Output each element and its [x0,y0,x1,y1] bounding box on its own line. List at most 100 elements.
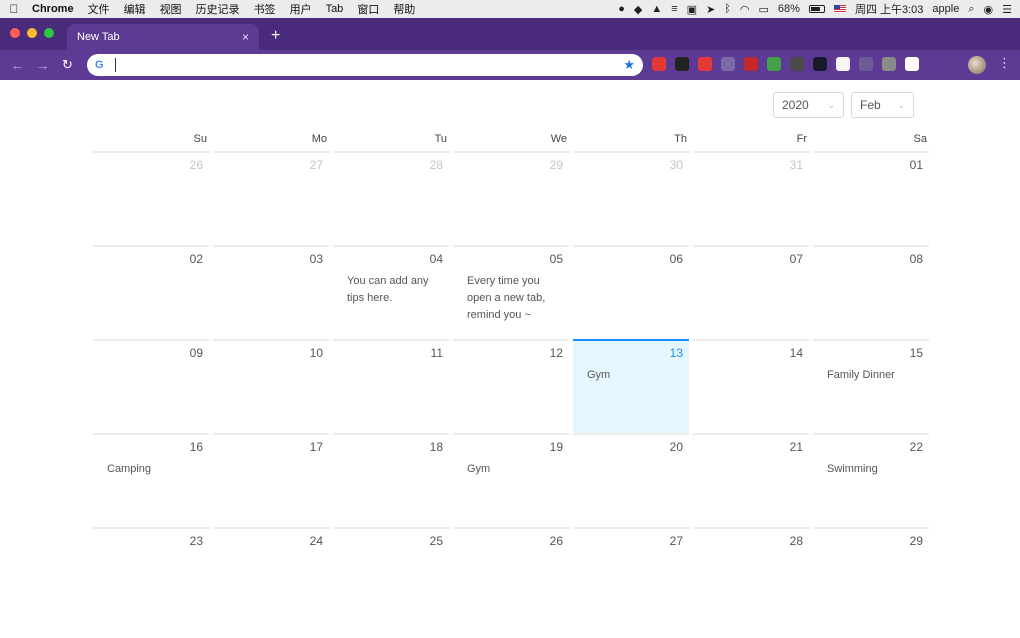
omnibox[interactable]: G ★ [87,54,643,76]
calendar-cell[interactable]: 27 [213,151,329,245]
month-select[interactable]: Feb ⌄ [851,92,914,118]
calendar-cell[interactable]: 11 [333,339,449,433]
calendar-cell[interactable]: 02 [93,245,209,339]
menu-bar-user[interactable]: apple [932,3,959,15]
menu-people[interactable]: 用户 [283,1,319,17]
calendar-cell[interactable]: 27 [573,527,689,621]
battery-percent: 68% [777,3,800,15]
calendar-cell[interactable]: 05 Every time you open a new tab, remind … [453,245,569,339]
menu-bookmarks[interactable]: 书签 [247,1,283,17]
dropbox-icon[interactable]: ◆ [634,3,642,16]
menu-bar-clock[interactable]: 周四 上午3:03 [855,1,923,17]
qq-icon[interactable]: ▲ [651,3,662,15]
calendar-cell[interactable]: 31 [693,151,809,245]
tab-close-icon[interactable]: × [242,30,249,44]
wifi-icon[interactable]: ◠ [740,3,750,16]
calendar-cell[interactable]: 14 [693,339,809,433]
calendar-cell[interactable]: 26 [93,151,209,245]
back-button[interactable]: ← [5,57,30,73]
window-controls [0,28,64,50]
calendar-cell[interactable]: 17 [213,433,329,527]
menu-file[interactable]: 文件 [81,1,117,17]
calendar-cell[interactable]: 12 [453,339,569,433]
calendar-cell[interactable]: 22 Swimming [813,433,929,527]
green-mail-extension-icon[interactable] [767,57,781,71]
airplay-icon[interactable]: ▭ [759,3,769,16]
calendar-cell[interactable]: 04 You can add any tips here. [333,245,449,339]
day-number: 26 [189,158,203,172]
wechat-icon[interactable]: ● [618,3,625,15]
chevron-down-icon: ⌄ [897,99,905,110]
year-select-value: 2020 [782,98,809,112]
window-minimize-button[interactable] [27,28,37,38]
menu-help[interactable]: 帮助 [386,1,422,17]
menu-edit[interactable]: 编辑 [117,1,153,17]
bluetooth-icon[interactable]: ᛒ [724,3,731,15]
calendar-cell[interactable]: 01 [813,151,929,245]
dark-extension-icon[interactable] [790,57,804,71]
calendar-cell[interactable]: 20 [573,433,689,527]
calendar-cell[interactable]: 19 Gym [453,433,569,527]
apple-menu-icon[interactable]:  [0,2,28,16]
calendar-cell[interactable]: 24 [213,527,329,621]
calendar-cell[interactable]: 15 Family Dinner [813,339,929,433]
calendar-cell[interactable]: 08 [813,245,929,339]
calendar-cell[interactable]: 28 [333,151,449,245]
calendar-cell-today[interactable]: 13 Gym [573,339,689,433]
faded-extension-icon[interactable] [859,57,873,71]
calendar-cell[interactable]: 16 Camping [93,433,209,527]
calendar-cell[interactable]: 21 [693,433,809,527]
calendar-cell[interactable]: 03 [213,245,329,339]
calendar-cell[interactable]: 07 [693,245,809,339]
bookmark-star-icon[interactable]: ★ [623,57,635,73]
cursor-extension-icon[interactable] [813,57,827,71]
day-number: 16 [189,440,203,454]
weekday-header: Su Mo Tu We Th Fr Sa [93,133,933,151]
year-select[interactable]: 2020 ⌄ [773,92,844,118]
send-icon[interactable]: ➤ [706,3,715,16]
browser-tab-strip: New Tab × + [0,18,1020,50]
calendar-cell[interactable]: 30 [573,151,689,245]
menu-history[interactable]: 历史记录 [189,1,247,17]
white-square-extension-icon[interactable] [905,57,919,71]
chevron-extension-icon[interactable] [675,57,689,71]
calendar-cell[interactable]: 29 [453,151,569,245]
grey-extension-icon[interactable] [882,57,896,71]
window-close-button[interactable] [10,28,20,38]
chrome-menu-icon[interactable]: ⋮ [998,55,1011,71]
calendar-cell[interactable]: 09 [93,339,209,433]
day-number: 23 [189,534,203,548]
calendar-cell[interactable]: 26 [453,527,569,621]
profile-avatar[interactable] [968,56,986,74]
menu-view[interactable]: 视图 [153,1,189,17]
macos-menu-bar:  Chrome 文件 编辑 视图 历史记录 书签 用户 Tab 窗口 帮助 ●… [0,0,1020,18]
window-zoom-button[interactable] [44,28,54,38]
calendar-cell[interactable]: 23 [93,527,209,621]
new-tab-button[interactable]: + [271,27,280,45]
braces-extension-icon[interactable] [721,57,735,71]
calendar-cell[interactable]: 29 [813,527,929,621]
calendar-cell[interactable]: 10 [213,339,329,433]
menu-app-name[interactable]: Chrome [28,3,81,15]
siri-icon[interactable]: ◉ [984,3,994,16]
notification-center-icon[interactable]: ☰ [1002,3,1012,16]
menu-tab[interactable]: Tab [319,3,351,15]
spotlight-search-icon[interactable]: ⌕ [968,3,974,16]
reload-button[interactable]: ↻ [55,57,80,73]
input-source-flag-icon[interactable] [833,5,846,13]
calendar-cell[interactable]: 18 [333,433,449,527]
address-input[interactable] [115,58,624,72]
red-badge-extension-icon[interactable] [652,57,666,71]
red-square-extension-icon[interactable] [698,57,712,71]
forward-button[interactable]: → [30,57,55,73]
window-icon[interactable]: ▣ [687,3,697,16]
calendar-cell[interactable]: 28 [693,527,809,621]
calendar-cell[interactable]: 06 [573,245,689,339]
list-icon[interactable]: ≡ [671,3,677,15]
menu-window[interactable]: 窗口 [350,1,386,17]
calendar-cell[interactable]: 25 [333,527,449,621]
battery-icon[interactable] [808,5,825,13]
red-pill-extension-icon[interactable] [744,57,758,71]
tab-new-tab[interactable]: New Tab × [67,24,259,50]
c-extension-icon[interactable] [836,57,850,71]
